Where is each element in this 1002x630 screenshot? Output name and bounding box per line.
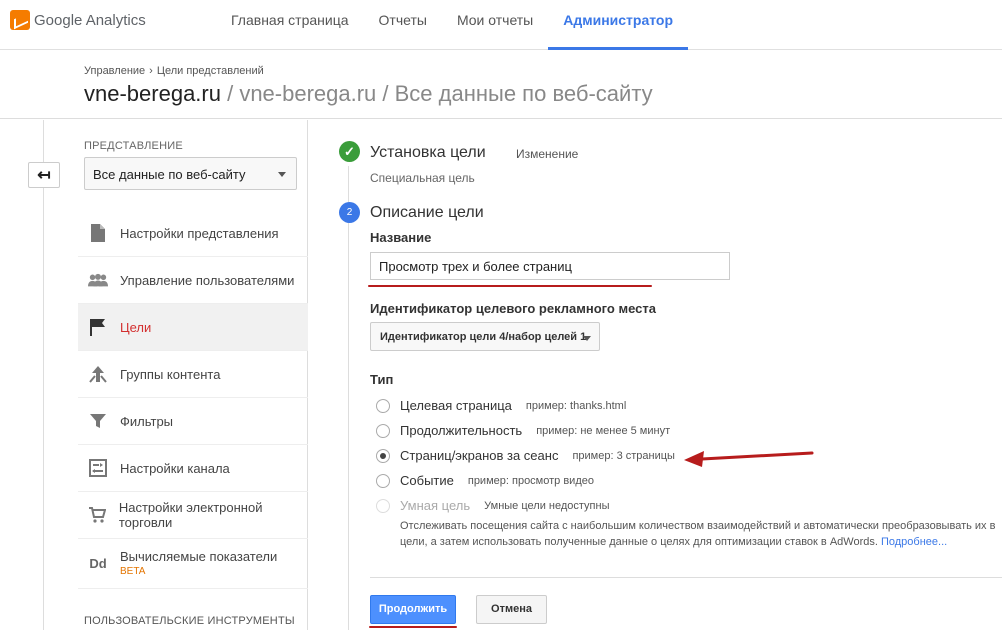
- annotation-underline-name: [368, 285, 652, 287]
- main-nav: Главная страница Отчеты Мои отчеты Админ…: [216, 0, 689, 50]
- cart-icon: [88, 505, 107, 525]
- nav-admin[interactable]: Администратор: [548, 0, 689, 50]
- goal-type-smart: Умная цель Умные цели недоступны: [376, 498, 610, 513]
- goal-name-input[interactable]: [370, 252, 730, 280]
- breadcrumb-view-goals[interactable]: Цели представлений: [157, 65, 264, 77]
- goal-type-destination[interactable]: Целевая страница пример: thanks.html: [376, 398, 626, 413]
- continue-button[interactable]: Продолжить: [370, 595, 456, 624]
- goal-type-example: Умные цели недоступны: [484, 499, 610, 512]
- users-icon: [88, 270, 108, 290]
- view-selector-value: Все данные по веб-сайту: [93, 167, 246, 182]
- sidebar-item-calculated-metrics[interactable]: Dd Вычисляемые показатели BETA: [78, 539, 308, 589]
- goal-type-label-text: Событие: [400, 473, 454, 488]
- annotation-arrow-icon: [684, 451, 814, 467]
- radio-button-selected[interactable]: [376, 448, 390, 463]
- sidebar-item-channel-settings[interactable]: Настройки канала: [78, 445, 308, 492]
- breadcrumb-admin[interactable]: Управление: [84, 65, 145, 77]
- page-title-account: vne-berega.ru: [84, 81, 221, 106]
- form-divider: [370, 577, 1002, 578]
- sidebar-item-label: Настройки представления: [120, 225, 279, 241]
- goal-type-label-text: Страниц/экранов за сеанс: [400, 448, 559, 463]
- radio-button[interactable]: [376, 398, 390, 413]
- step1-edit-link[interactable]: Изменение: [516, 147, 578, 161]
- page-title-path: / vne-berega.ru / Все данные по веб-сайт…: [220, 81, 653, 106]
- sidebar-item-filters[interactable]: Фильтры: [78, 398, 308, 445]
- goal-type-example: пример: просмотр видео: [467, 474, 594, 487]
- page-header: Управление › Цели представлений vne-berega…: [0, 51, 1002, 119]
- chevron-down-icon: [278, 172, 286, 177]
- step2-title: Описание цели: [370, 204, 484, 221]
- breadcrumb-separator: ›: [149, 65, 153, 77]
- step1-title: Установка цели: [370, 144, 486, 161]
- nav-my-reports[interactable]: Мои отчеты: [442, 0, 548, 50]
- annotation-underline-continue: [369, 626, 457, 628]
- goal-type-example: пример: thanks.html: [525, 399, 627, 412]
- sidebar-item-content-groups[interactable]: Группы контента: [78, 351, 308, 398]
- goal-type-label-text: Целевая страница: [400, 398, 512, 413]
- step2-number: 2: [339, 202, 360, 223]
- dd-icon: Dd: [89, 556, 107, 571]
- goal-type-duration[interactable]: Продолжительность пример: не менее 5 мин…: [376, 423, 670, 438]
- content-groups-icon: [88, 364, 108, 384]
- custom-tools-label: ПОЛЬЗОВАТЕЛЬСКИЕ ИНСТРУМЕНТЫ: [84, 615, 295, 627]
- flag-icon: [88, 317, 108, 337]
- sidebar-item-goals[interactable]: Цели: [78, 304, 308, 351]
- sidebar-item-user-management[interactable]: Управление пользователями: [78, 257, 308, 304]
- nav-home[interactable]: Главная страница: [216, 0, 364, 50]
- smart-goal-description: Отслеживать посещения сайта с наибольшим…: [400, 518, 1000, 550]
- back-arrow-icon: ↤: [37, 167, 51, 184]
- view-label: ПРЕДСТАВЛЕНИЕ: [84, 140, 183, 152]
- sidebar-item-label: Управление пользователями: [120, 272, 295, 288]
- radio-button[interactable]: [376, 423, 390, 438]
- sidebar-item-label: Вычисляемые показатели BETA: [120, 549, 277, 579]
- step1-subtitle: Специальная цель: [370, 171, 475, 185]
- sidebar-divider: [43, 120, 44, 630]
- sidebar-item-ecommerce-settings[interactable]: Настройки электронной торговли: [78, 492, 308, 539]
- goal-slot-value: Идентификатор цели 4/набор целей 1: [380, 331, 587, 343]
- sidebar-menu: Настройки представления Управление польз…: [78, 210, 308, 589]
- goal-name-label: Название: [370, 230, 432, 245]
- sidebar-item-label: Фильтры: [120, 413, 174, 429]
- sidebar-item-label: Группы контента: [120, 366, 221, 382]
- sidebar-item-label: Цели: [120, 319, 152, 335]
- nav-reports[interactable]: Отчеты: [364, 0, 442, 50]
- goal-type-example: пример: не менее 5 минут: [536, 424, 671, 437]
- radio-button-disabled: [376, 498, 390, 513]
- goal-type-example: пример: 3 страницы: [572, 449, 675, 462]
- brand-name: Google Analytics: [34, 11, 146, 29]
- google-analytics-logo[interactable]: Google Analytics: [10, 10, 146, 30]
- document-icon: [88, 223, 108, 243]
- admin-sidebar: ↤ ПРЕДСТАВЛЕНИЕ Все данные по веб-сайту …: [0, 120, 308, 630]
- goal-type-event[interactable]: Событие пример: просмотр видео: [376, 473, 594, 488]
- goal-slot-label: Идентификатор целевого рекламного места: [370, 301, 656, 316]
- sidebar-item-view-settings[interactable]: Настройки представления: [78, 210, 308, 257]
- step-connector-line: [348, 166, 349, 630]
- check-icon: ✓: [339, 141, 360, 162]
- channel-icon: [88, 458, 108, 478]
- analytics-logo-icon: [10, 10, 30, 30]
- sidebar-item-label: Настройки электронной торговли: [118, 500, 263, 530]
- chevron-down-icon: [583, 336, 591, 341]
- sidebar-item-label-text: Вычисляемые показатели: [120, 548, 278, 564]
- sidebar-item-label: Настройки канала: [120, 460, 230, 476]
- goal-type-label-text: Продолжительность: [400, 423, 523, 438]
- view-selector[interactable]: Все данные по веб-сайту: [84, 157, 297, 190]
- filter-icon: [88, 411, 108, 431]
- goal-type-label-text: Умная цель: [400, 498, 471, 513]
- goal-slot-select[interactable]: Идентификатор цели 4/набор целей 1: [370, 322, 600, 351]
- breadcrumb: Управление › Цели представлений: [84, 65, 264, 77]
- learn-more-link[interactable]: Подробнее...: [881, 536, 947, 548]
- goal-type-pages-per-session[interactable]: Страниц/экранов за сеанс пример: 3 стран…: [376, 448, 675, 463]
- page-title: vne-berega.ru / vne-berega.ru / Все данн…: [84, 81, 653, 107]
- back-button[interactable]: ↤: [28, 162, 60, 188]
- radio-button[interactable]: [376, 473, 390, 488]
- beta-badge: BETA: [120, 565, 146, 577]
- cancel-button[interactable]: Отмена: [476, 595, 547, 624]
- goal-type-label: Тип: [370, 372, 394, 387]
- top-navigation-bar: Google Analytics Главная страница Отчеты…: [0, 0, 1002, 50]
